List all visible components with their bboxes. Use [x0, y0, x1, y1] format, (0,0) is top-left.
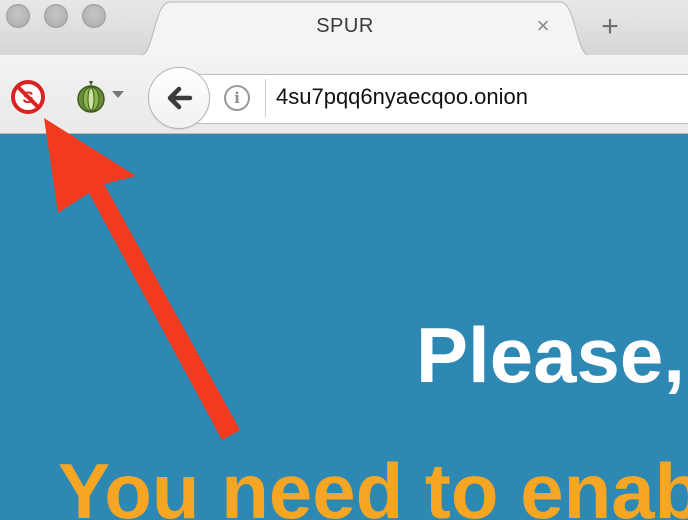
window-zoom-button[interactable] — [82, 4, 106, 28]
url-separator — [265, 79, 266, 117]
chevron-down-icon[interactable] — [112, 91, 124, 98]
tab-title: SPUR — [316, 15, 374, 37]
info-icon[interactable]: i — [224, 85, 250, 111]
window-close-button[interactable] — [6, 4, 30, 28]
url-text[interactable]: 4su7pqq6nyaecqoo.onion — [276, 84, 528, 110]
window-minimize-button[interactable] — [44, 4, 68, 28]
new-tab-button[interactable]: + — [596, 12, 624, 42]
tab-spur[interactable]: SPUR × — [140, 0, 590, 56]
tab-close-icon[interactable]: × — [531, 14, 555, 38]
noscript-forbidden-icon: S — [11, 80, 45, 114]
noscript-button[interactable]: S — [10, 80, 46, 114]
back-button[interactable] — [148, 67, 210, 129]
tab-strip: SPUR × + — [0, 0, 688, 56]
page-content: Please, You need to enab — [0, 134, 688, 520]
page-heading: Please, — [416, 311, 685, 399]
tor-onion-icon — [77, 81, 105, 113]
tor-button[interactable] — [74, 79, 130, 113]
page-subheading: You need to enab — [58, 447, 688, 520]
back-arrow-icon — [167, 86, 193, 110]
